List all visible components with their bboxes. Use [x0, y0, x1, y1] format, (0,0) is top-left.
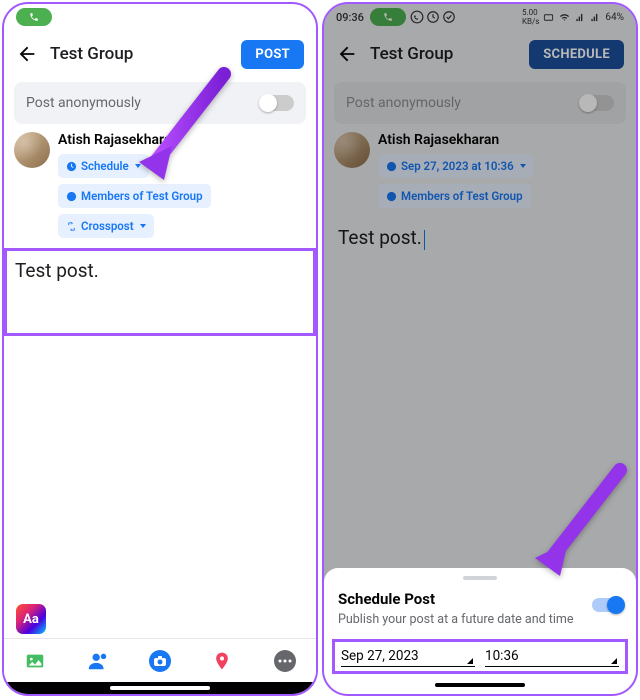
schedule-sheet: Schedule Post Publish your post at a fut… — [324, 568, 636, 694]
location-icon[interactable] — [210, 649, 234, 673]
dropdown-triangle-icon — [611, 658, 617, 664]
page-title: Test Group — [50, 44, 133, 64]
tag-people-icon[interactable] — [86, 649, 110, 673]
header: Test Group POST — [4, 30, 316, 78]
sheet-grabber[interactable] — [463, 576, 497, 580]
crosspost-chip[interactable]: Crosspost — [58, 214, 154, 238]
crosspost-chip-label: Crosspost — [81, 219, 134, 233]
time-value: 10:36 — [485, 648, 519, 664]
user-name: Atish Rajasekharan — [58, 132, 306, 148]
photo-icon[interactable] — [23, 649, 47, 673]
time-picker[interactable]: 10:36 — [485, 648, 619, 667]
chevron-down-icon — [135, 164, 141, 168]
schedule-toggle[interactable] — [592, 598, 622, 612]
composer: Atish Rajasekharan Schedule Members of T… — [4, 132, 316, 336]
clock-icon — [66, 161, 77, 172]
members-chip-label: Members of Test Group — [81, 189, 203, 203]
sheet-subtitle: Publish your post at a future date and t… — [338, 612, 622, 627]
phone-icon — [29, 12, 39, 22]
post-text-input[interactable]: Test post. — [4, 248, 316, 336]
dropdown-triangle-icon — [467, 658, 473, 664]
globe-icon — [66, 191, 77, 202]
nav-bar — [338, 680, 622, 690]
back-arrow-icon[interactable] — [16, 43, 38, 65]
schedule-chip[interactable]: Schedule — [58, 154, 149, 178]
datetime-row: Sep 27, 2023 10:36 — [332, 639, 628, 674]
more-icon[interactable] — [273, 649, 297, 673]
members-chip[interactable]: Members of Test Group — [58, 184, 211, 208]
camera-icon[interactable] — [148, 649, 172, 673]
sheet-title: Schedule Post — [338, 590, 622, 608]
status-bar — [4, 4, 316, 30]
anonymous-label: Post anonymously — [26, 95, 141, 111]
schedule-chip-label: Schedule — [81, 159, 129, 173]
background-style-button[interactable]: Aa — [16, 604, 46, 634]
call-pill — [16, 8, 52, 26]
crosspost-icon — [66, 221, 77, 232]
nav-bar — [4, 682, 316, 694]
avatar — [14, 132, 50, 168]
chevron-down-icon — [140, 224, 146, 228]
phone-left: Test Group POST Post anonymously Atish R… — [2, 2, 318, 696]
phone-right: 09:36 5.00KB/s 64% Test Group SCHEDULE — [322, 2, 638, 696]
date-value: Sep 27, 2023 — [341, 648, 419, 664]
anonymous-toggle[interactable] — [260, 95, 294, 111]
date-picker[interactable]: Sep 27, 2023 — [341, 648, 475, 667]
anonymous-row[interactable]: Post anonymously — [14, 82, 306, 124]
bottom-toolbar — [4, 638, 316, 682]
post-button[interactable]: POST — [241, 40, 304, 69]
post-text: Test post. — [15, 259, 99, 282]
